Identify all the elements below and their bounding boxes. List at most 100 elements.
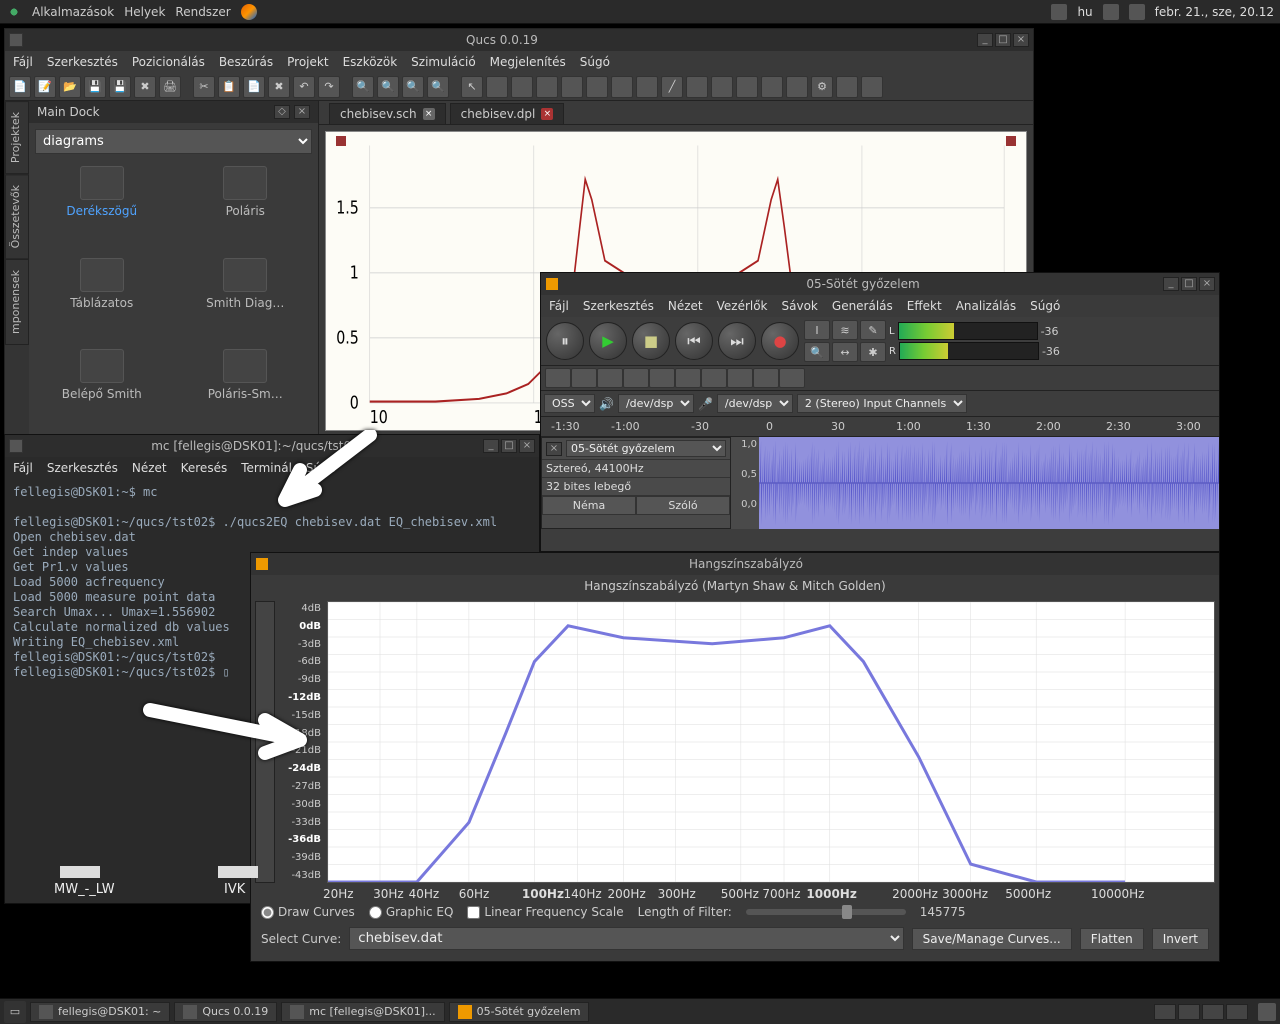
maximize-button[interactable]: □ xyxy=(501,439,517,453)
menu-generate[interactable]: Generálás xyxy=(832,299,893,313)
diagram-admittance-smith[interactable]: Belépő Smith xyxy=(35,349,169,431)
filter-length-slider[interactable] xyxy=(746,909,906,915)
tray-icon[interactable] xyxy=(1051,4,1067,20)
taskbar-item[interactable]: Qucs 0.0.19 xyxy=(174,1002,277,1022)
zoom-out-button[interactable]: 🔍 xyxy=(377,76,399,98)
simulate-button[interactable]: ⚙ xyxy=(811,76,833,98)
paste-button[interactable]: 📄 xyxy=(243,76,265,98)
trash-icon[interactable] xyxy=(1258,1003,1276,1021)
edit-tool-icon[interactable] xyxy=(597,368,623,388)
new-text-button[interactable]: 📝 xyxy=(34,76,56,98)
skip-end-button[interactable]: ⏭ xyxy=(718,322,756,360)
clock[interactable]: febr. 21., sze, 20.12 xyxy=(1155,5,1274,19)
solo-button[interactable]: Szóló xyxy=(636,496,730,515)
resize-handle[interactable] xyxy=(336,136,346,146)
applications-menu[interactable]: Alkalmazások xyxy=(32,5,114,19)
edit-tool-icon[interactable] xyxy=(623,368,649,388)
zoom-fit-button[interactable]: 🔍 xyxy=(402,76,424,98)
menu-tracks[interactable]: Sávok xyxy=(782,299,818,313)
timeshift-tool[interactable]: ↔ xyxy=(832,342,858,362)
maximize-button[interactable]: □ xyxy=(995,33,1011,47)
label-tool[interactable] xyxy=(686,76,708,98)
redo-button[interactable]: ↷ xyxy=(318,76,340,98)
component-category-select[interactable]: diagrams xyxy=(35,129,312,154)
edit-tool-icon[interactable] xyxy=(701,368,727,388)
tool-icon[interactable] xyxy=(786,76,808,98)
tool-icon[interactable] xyxy=(711,76,733,98)
draw-curves-radio[interactable]: Draw Curves xyxy=(261,905,355,919)
menu-help[interactable]: Súgó xyxy=(1030,299,1060,313)
system-menu-icon[interactable] xyxy=(6,4,22,20)
close-doc-button[interactable]: ✖ xyxy=(134,76,156,98)
close-button[interactable]: × xyxy=(1199,277,1215,291)
flatten-button[interactable]: Flatten xyxy=(1080,928,1144,950)
selection-tool[interactable]: I xyxy=(804,320,830,340)
edit-tool-icon[interactable] xyxy=(675,368,701,388)
edit-tool-icon[interactable] xyxy=(545,368,571,388)
menu-terminal[interactable]: Terminál xyxy=(241,461,292,475)
menu-edit[interactable]: Szerkesztés xyxy=(47,55,118,69)
network-icon[interactable] xyxy=(1129,4,1145,20)
graphic-eq-radio[interactable]: Graphic EQ xyxy=(369,905,454,919)
track-name-select[interactable]: 05-Sötét győzelem xyxy=(566,440,726,457)
menu-project[interactable]: Projekt xyxy=(287,55,328,69)
waveform-display[interactable]: 1,0 0,5 0,0 xyxy=(731,437,1219,529)
menu-edit[interactable]: Szerkesztés xyxy=(583,299,654,313)
wire-tool[interactable]: ╱ xyxy=(661,76,683,98)
playback-meter[interactable] xyxy=(898,322,1038,340)
diagram-cartesian[interactable]: Derékszögű xyxy=(35,166,169,248)
menu-insert[interactable]: Beszúrás xyxy=(219,55,273,69)
linear-scale-checkbox[interactable]: Linear Frequency Scale xyxy=(467,905,623,919)
mute-button[interactable]: Néma xyxy=(542,496,636,515)
system-menu[interactable]: Rendszer xyxy=(175,5,230,19)
eq-titlebar[interactable]: Hangszínszabályzó xyxy=(251,553,1219,575)
draw-tool[interactable]: ✎ xyxy=(860,320,886,340)
pause-button[interactable]: ⏸ xyxy=(546,322,584,360)
edit-tool-icon[interactable] xyxy=(727,368,753,388)
zoom-1-button[interactable]: 🔍 xyxy=(427,76,449,98)
minimize-button[interactable]: _ xyxy=(1163,277,1179,291)
output-device-select[interactable]: /dev/dsp xyxy=(618,394,694,413)
diagram-tabular[interactable]: Táblázatos xyxy=(35,258,169,340)
input-channels-select[interactable]: 2 (Stereo) Input Channels xyxy=(797,394,967,413)
menu-search[interactable]: Keresés xyxy=(181,461,228,475)
curve-select[interactable]: chebisev.dat xyxy=(349,927,903,950)
menu-edit[interactable]: Szerkesztés xyxy=(47,461,118,475)
volume-icon[interactable] xyxy=(1103,4,1119,20)
places-menu[interactable]: Helyek xyxy=(124,5,165,19)
menu-transport[interactable]: Vezérlők xyxy=(717,299,768,313)
zoom-in-button[interactable]: 🔍 xyxy=(352,76,374,98)
workspace-switcher[interactable] xyxy=(1154,1004,1248,1020)
dock-close-button[interactable]: × xyxy=(294,105,310,119)
open-button[interactable]: 📂 xyxy=(59,76,81,98)
tab-chebisev-sch[interactable]: chebisev.sch× xyxy=(329,103,446,124)
taskbar-item[interactable]: fellegis@DSK01: ~ xyxy=(30,1002,170,1022)
save-curves-button[interactable]: Save/Manage Curves... xyxy=(912,928,1072,950)
firefox-launcher-icon[interactable] xyxy=(241,4,257,20)
invert-button[interactable]: Invert xyxy=(1152,928,1209,950)
taskbar-item[interactable]: mc [fellegis@DSK01]... xyxy=(281,1002,444,1022)
save-button[interactable]: 💾 xyxy=(84,76,106,98)
edit-tool-icon[interactable] xyxy=(571,368,597,388)
eq-curve-plot[interactable] xyxy=(327,601,1215,883)
save-all-button[interactable]: 💾 xyxy=(109,76,131,98)
terminal-titlebar[interactable]: mc [fellegis@DSK01]:~/qucs/tst02 _ □ × xyxy=(5,435,539,457)
new-button[interactable]: 📄 xyxy=(9,76,31,98)
resize-handle[interactable] xyxy=(1006,136,1016,146)
menu-tools[interactable]: Eszközök xyxy=(343,55,398,69)
menu-file[interactable]: Fájl xyxy=(549,299,569,313)
tab-chebisev-dpl[interactable]: chebisev.dpl× xyxy=(450,103,565,124)
qucs-titlebar[interactable]: Qucs 0.0.19 _ □ × xyxy=(5,29,1033,51)
tool-icon[interactable] xyxy=(586,76,608,98)
maximize-button[interactable]: □ xyxy=(1181,277,1197,291)
keyboard-layout-indicator[interactable]: hu xyxy=(1077,5,1092,19)
tool-icon[interactable] xyxy=(636,76,658,98)
tool-icon[interactable] xyxy=(561,76,583,98)
copy-button[interactable]: 📋 xyxy=(218,76,240,98)
edit-tool-icon[interactable] xyxy=(753,368,779,388)
envelope-tool[interactable]: ≋ xyxy=(832,320,858,340)
close-button[interactable]: × xyxy=(1013,33,1029,47)
show-desktop-button[interactable]: ▭ xyxy=(4,1001,26,1023)
tool-icon[interactable] xyxy=(511,76,533,98)
dock-float-button[interactable]: ◇ xyxy=(274,105,290,119)
